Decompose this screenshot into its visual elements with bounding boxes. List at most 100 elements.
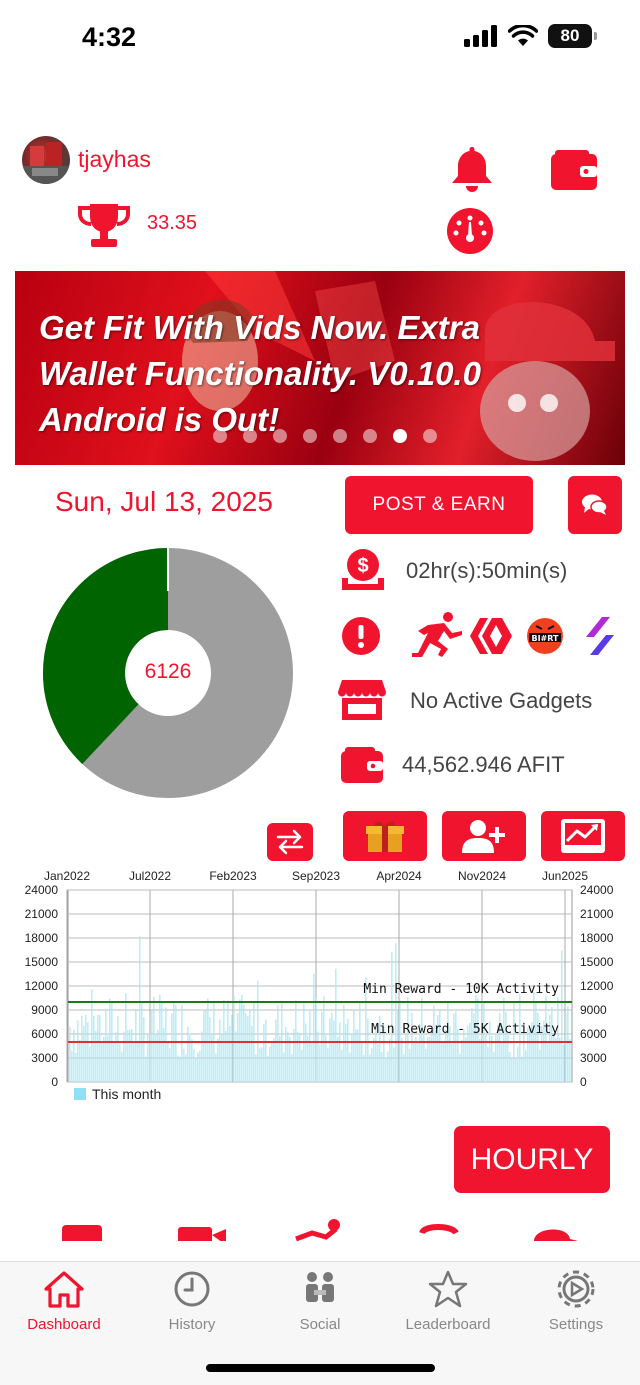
activity-bar: [93, 1015, 95, 1082]
activity-bar: [171, 1013, 173, 1082]
activity-bar: [119, 1043, 121, 1082]
activity-bar: [451, 1043, 453, 1082]
gadgets-status: No Active Gadgets: [410, 688, 593, 713]
activity-bar: [117, 1016, 119, 1082]
tab-social[interactable]: Social: [256, 1270, 384, 1333]
tab-label: Settings: [548, 1316, 604, 1333]
activity-bar: [163, 1027, 165, 1082]
cap-icon[interactable]: [534, 1229, 578, 1241]
status-bar: 4:32 80: [0, 0, 640, 80]
banner-pagination[interactable]: [213, 429, 437, 443]
y-tick-label-right: 24000: [580, 883, 614, 897]
activity-bar: [233, 996, 235, 1082]
activity-bar: [99, 1015, 101, 1082]
activity-bar: [217, 1038, 219, 1082]
speedometer-icon[interactable]: [447, 208, 493, 254]
activity-bar: [75, 1052, 77, 1082]
activity-bar: [251, 1025, 253, 1082]
activity-bar: [519, 994, 521, 1082]
activity-bar: [95, 1031, 97, 1082]
activity-bar: [143, 1017, 145, 1082]
activity-bar: [515, 1057, 517, 1082]
x-tick-label: Sep2023: [292, 869, 340, 883]
tab-label: Dashboard: [27, 1316, 101, 1333]
activity-bar: [479, 1038, 481, 1082]
activity-bar: [401, 1038, 403, 1082]
y-tick-label-left: 12000: [25, 979, 59, 993]
activity-bar: [545, 996, 547, 1082]
activity-bar: [369, 1054, 371, 1082]
pagination-dot[interactable]: [363, 429, 377, 443]
hourly-button[interactable]: HOURLY: [454, 1126, 610, 1193]
wallet-icon[interactable]: [551, 150, 597, 190]
pagination-dot[interactable]: [303, 429, 317, 443]
activity-bar: [461, 1039, 463, 1082]
activity-bar: [567, 1005, 569, 1082]
activity-bar: [97, 1015, 99, 1082]
activity-bar: [105, 1008, 107, 1082]
home-icon: [44, 1271, 84, 1308]
swap-icon: [276, 829, 304, 855]
gift-button[interactable]: [343, 811, 427, 861]
post-and-earn-button[interactable]: POST & EARN: [345, 476, 533, 534]
video-card-icon[interactable]: [62, 1225, 102, 1241]
bell-icon[interactable]: [450, 145, 494, 193]
chat-icon: [582, 494, 608, 515]
y-tick-label-left: 18000: [25, 931, 59, 945]
wallet-balance: 44,562.946 AFIT: [402, 752, 565, 777]
username[interactable]: tjayhas: [78, 146, 151, 173]
chart-line-icon: [561, 819, 605, 853]
pagination-dot[interactable]: [213, 429, 227, 443]
alert-icon[interactable]: [342, 617, 380, 655]
activity-bar: [299, 1033, 301, 1082]
avatar[interactable]: [22, 136, 70, 184]
activity-bar: [285, 1026, 287, 1082]
pagination-dot[interactable]: [423, 429, 437, 443]
tab-leaderboard[interactable]: Leaderboard: [384, 1270, 512, 1333]
hive-icon[interactable]: [468, 616, 514, 656]
activity-bar: [309, 1011, 311, 1082]
pagination-dot[interactable]: [333, 429, 347, 443]
tab-history[interactable]: History: [128, 1270, 256, 1333]
activity-bar: [157, 1029, 159, 1082]
activity-bar: [229, 1026, 231, 1082]
activity-bar: [561, 950, 563, 1082]
blurt-icon[interactable]: BI#RT: [526, 617, 564, 655]
activity-bar: [81, 1015, 83, 1082]
pagination-dot[interactable]: [243, 429, 257, 443]
activity-bar: [167, 1041, 169, 1082]
activity-bar: [413, 1042, 415, 1082]
legend-swatch: [74, 1088, 86, 1100]
runner-icon[interactable]: [408, 611, 466, 659]
steem-icon[interactable]: [584, 615, 616, 657]
chat-button[interactable]: [568, 476, 622, 534]
activity-bar: [271, 1043, 273, 1082]
pulse-icon[interactable]: [295, 1227, 338, 1241]
camera-icon[interactable]: [178, 1227, 212, 1241]
banner-headline: Get Fit With Vids Now. Extra Wallet Func…: [39, 309, 481, 438]
activity-bar: [415, 1037, 417, 1082]
tab-settings[interactable]: Settings: [512, 1270, 640, 1333]
activity-bar: [313, 973, 315, 1082]
activity-bar: [263, 1024, 265, 1082]
activity-bar: [297, 1032, 299, 1082]
activity-bar: [315, 997, 317, 1082]
tab-dashboard[interactable]: Dashboard: [0, 1270, 128, 1333]
promo-banner[interactable]: Get Fit With Vids Now. Extra Wallet Func…: [15, 271, 625, 465]
activity-bar: [177, 1055, 179, 1082]
activity-bar: [197, 1052, 199, 1082]
add-friend-button[interactable]: [442, 811, 526, 861]
swap-button[interactable]: [267, 823, 313, 861]
activity-bar: [151, 1010, 153, 1082]
stats-button[interactable]: [541, 811, 625, 861]
activity-bar: [207, 998, 209, 1082]
help-icon[interactable]: [419, 1224, 459, 1236]
activity-bar: [463, 1029, 465, 1082]
pagination-dot-active[interactable]: [393, 429, 407, 443]
activity-bar: [247, 1016, 249, 1082]
pagination-dot[interactable]: [273, 429, 287, 443]
tab-label: History: [168, 1316, 216, 1333]
activity-bar: [275, 1019, 277, 1082]
x-tick-label: Jan2022: [44, 869, 90, 883]
activity-bar: [547, 1043, 549, 1082]
